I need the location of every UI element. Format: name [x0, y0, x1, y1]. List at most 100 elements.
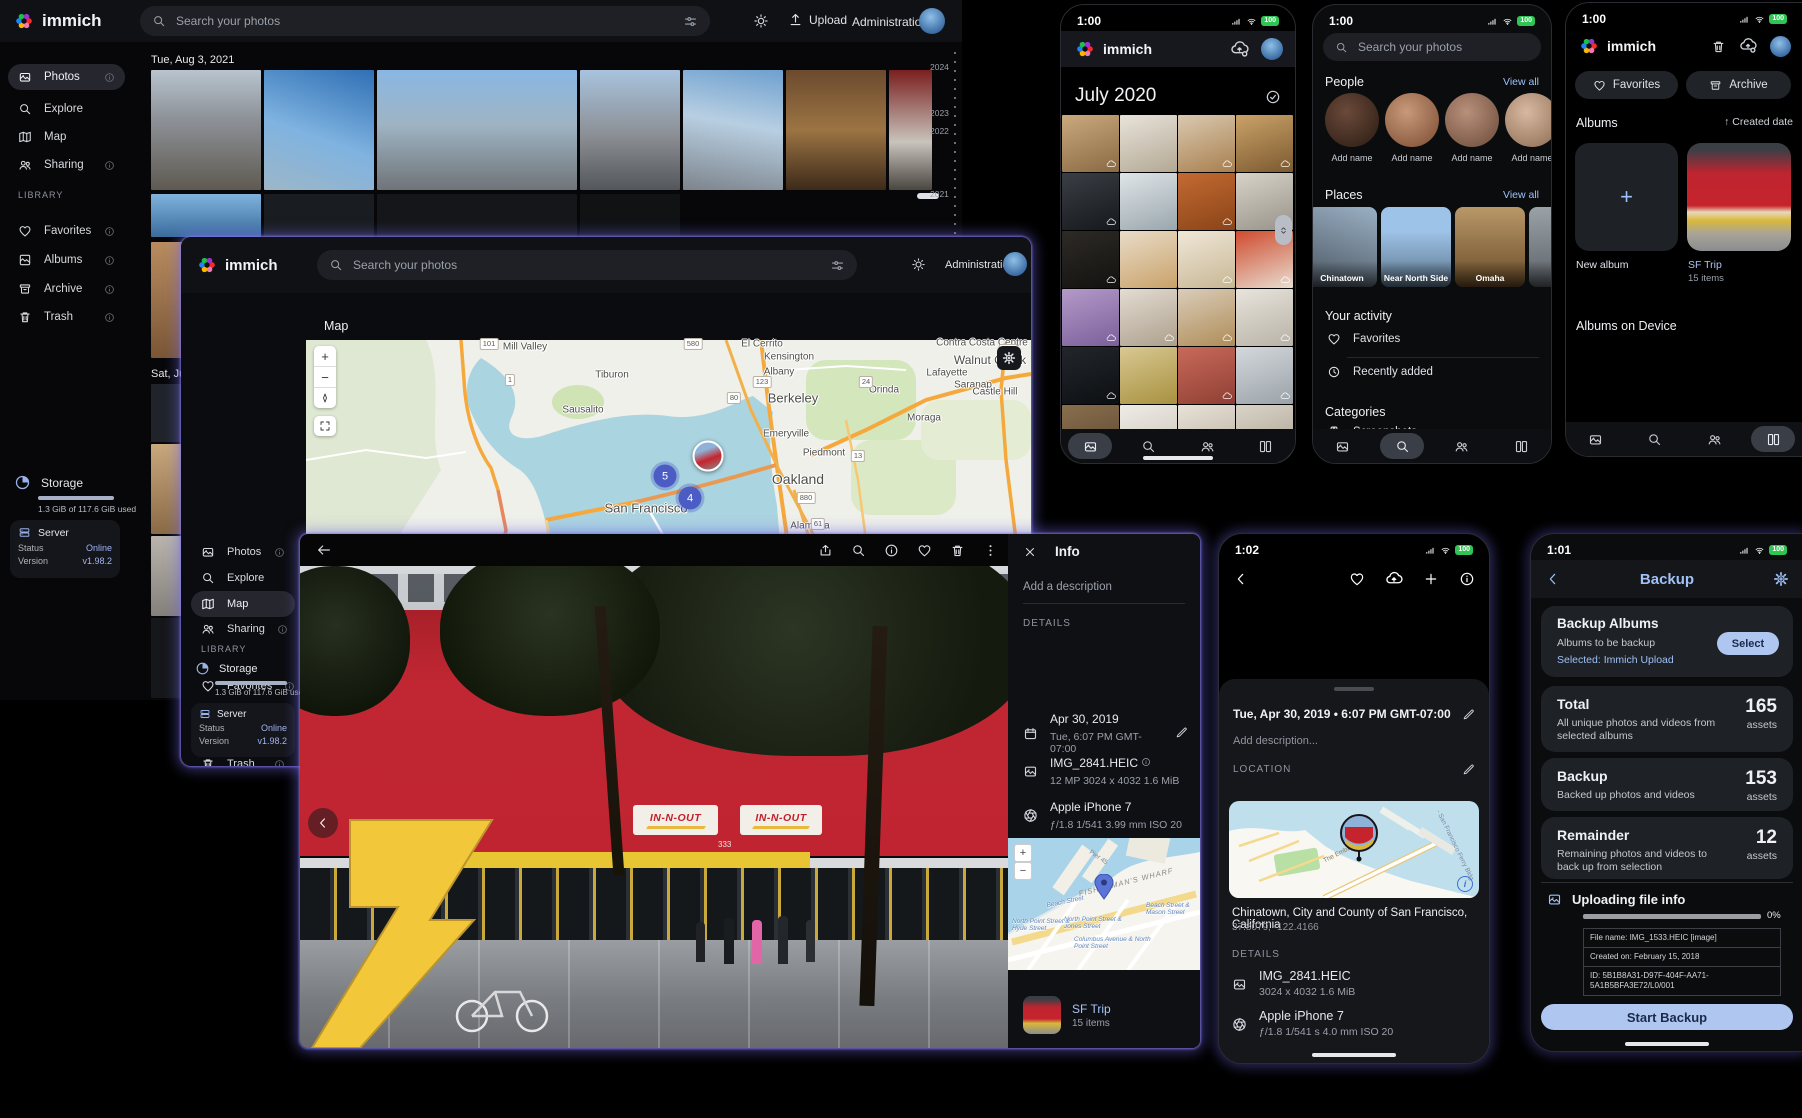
zoom-in-button[interactable]: +: [314, 346, 336, 367]
administration-link[interactable]: Administration: [852, 15, 928, 29]
description-input[interactable]: Add a description: [1023, 581, 1185, 593]
photo-tile[interactable]: [1120, 115, 1177, 172]
photo-tile[interactable]: [1178, 347, 1235, 404]
settings-icon[interactable]: [1773, 571, 1789, 587]
search-input[interactable]: Search your photos: [317, 250, 857, 280]
sidebar-item-map[interactable]: Map: [191, 591, 295, 617]
photo-thumbnail[interactable]: [151, 194, 261, 237]
upload-button[interactable]: Upload: [788, 12, 847, 27]
archive-button[interactable]: Archive: [1686, 71, 1791, 99]
album-row[interactable]: SF Trip 15 items: [1023, 996, 1111, 1034]
avatar[interactable]: [1261, 38, 1283, 60]
places-view-all[interactable]: View all: [1503, 189, 1539, 201]
sidebar-item-favorites[interactable]: Favorites: [8, 218, 125, 244]
photo-tile[interactable]: [1178, 115, 1235, 172]
nav-search[interactable]: [1380, 433, 1424, 459]
new-album-card[interactable]: +: [1575, 143, 1678, 251]
theme-toggle-icon[interactable]: [753, 13, 769, 29]
albums-sort-button[interactable]: ↑ Created date: [1724, 116, 1793, 128]
app-logo[interactable]: immich: [14, 11, 102, 31]
photo-thumbnail[interactable]: [151, 70, 261, 190]
add-name-link[interactable]: Add name: [1445, 153, 1499, 163]
compass-button[interactable]: [314, 388, 336, 408]
info-icon[interactable]: [884, 543, 899, 558]
photo-tile[interactable]: [1062, 115, 1119, 172]
back-icon[interactable]: [316, 542, 332, 558]
sidebar-item-sharing[interactable]: Sharing: [8, 152, 125, 178]
photo-tile[interactable]: [1236, 347, 1293, 404]
place-card-omaha[interactable]: Omaha: [1455, 207, 1525, 287]
trash-icon[interactable]: [1711, 39, 1726, 54]
favorite-icon[interactable]: [1349, 571, 1365, 587]
person-face[interactable]: [1325, 93, 1379, 147]
photo-tile[interactable]: [1120, 347, 1177, 404]
photo-tile[interactable]: [1062, 231, 1119, 288]
info-icon[interactable]: [1459, 571, 1475, 587]
add-icon[interactable]: [1423, 571, 1439, 587]
sidebar-item-sharing[interactable]: Sharing: [191, 616, 295, 642]
sheet-handle[interactable]: [1334, 687, 1374, 691]
start-backup-button[interactable]: Start Backup: [1541, 1004, 1793, 1030]
photo-tile[interactable]: [1178, 289, 1235, 346]
activity-item-clock[interactable]: Recently added: [1327, 365, 1433, 379]
add-name-link[interactable]: Add name: [1385, 153, 1439, 163]
photo-thumbnail[interactable]: [683, 70, 783, 190]
photo-thumbnail[interactable]: [786, 70, 886, 190]
activity-item-heart[interactable]: Favorites: [1327, 332, 1400, 346]
photo-in-n-out[interactable]: IN-N-OUT IN-N-OUT 333: [300, 566, 1008, 1048]
sidebar-item-photos[interactable]: Photos: [191, 539, 295, 565]
person-face[interactable]: [1445, 93, 1499, 147]
upload-cloud-icon[interactable]: [1385, 570, 1403, 588]
scrubber-handle[interactable]: [1275, 215, 1292, 245]
edit-date-icon[interactable]: [1462, 708, 1475, 721]
sidebar-item-explore[interactable]: Explore: [8, 96, 125, 122]
sidebar-item-archive[interactable]: Archive: [8, 276, 125, 302]
photo-tile[interactable]: [1178, 173, 1235, 230]
add-name-link[interactable]: Add name: [1325, 153, 1379, 163]
description-input[interactable]: Add description...: [1233, 735, 1475, 747]
favorites-button[interactable]: Favorites: [1575, 71, 1678, 99]
nav-photos[interactable]: [1068, 433, 1112, 459]
map-cluster-marker[interactable]: 4: [679, 487, 702, 510]
people-view-all[interactable]: View all: [1503, 76, 1539, 88]
photo-thumbnail[interactable]: [580, 194, 680, 237]
nav-library[interactable]: [1244, 433, 1288, 459]
favorite-icon[interactable]: [917, 543, 932, 558]
avatar[interactable]: [919, 8, 945, 34]
zoom-out-button[interactable]: −: [314, 367, 336, 388]
nav-sharing[interactable]: [1692, 426, 1736, 452]
sidebar-item-trash[interactable]: Trash: [8, 304, 125, 330]
nav-library[interactable]: [1751, 426, 1795, 452]
nav-library[interactable]: [1499, 433, 1543, 459]
photo-tile[interactable]: [1178, 231, 1235, 288]
person-face[interactable]: [1385, 93, 1439, 147]
location-map[interactable]: Beach StreetNorth Point Street & Jones S…: [1008, 838, 1200, 970]
share-icon[interactable]: [818, 543, 833, 558]
map-photo-marker[interactable]: [693, 441, 724, 472]
person-face[interactable]: [1505, 93, 1552, 147]
photo-tile[interactable]: [1120, 173, 1177, 230]
prev-photo-button[interactable]: [308, 808, 338, 838]
avatar[interactable]: [1003, 252, 1027, 276]
nav-search[interactable]: [1633, 426, 1677, 452]
back-icon[interactable]: [1233, 571, 1249, 587]
edit-icon[interactable]: [1175, 710, 1188, 755]
more-options-icon[interactable]: [983, 543, 998, 558]
sync-status-icon[interactable]: [1230, 40, 1249, 59]
sidebar-item-albums[interactable]: Albums: [8, 247, 125, 273]
photo-thumbnail[interactable]: [264, 194, 374, 237]
photo-tile[interactable]: [1062, 173, 1119, 230]
zoom-icon[interactable]: [851, 543, 866, 558]
photo-tile[interactable]: [1236, 115, 1293, 172]
map-cluster-marker[interactable]: 5: [654, 465, 677, 488]
edit-location-icon[interactable]: [1462, 763, 1475, 776]
map-zoom-out[interactable]: −: [1014, 862, 1032, 880]
avatar[interactable]: [1770, 36, 1791, 57]
photo-tile[interactable]: [1062, 347, 1119, 404]
nav-sharing[interactable]: [1440, 433, 1484, 459]
album-card-sf-trip[interactable]: [1687, 143, 1791, 251]
search-filter-icon[interactable]: [830, 258, 845, 273]
search-filter-icon[interactable]: [683, 14, 698, 29]
photo-tile[interactable]: [1062, 289, 1119, 346]
map-settings-button[interactable]: [997, 346, 1021, 370]
